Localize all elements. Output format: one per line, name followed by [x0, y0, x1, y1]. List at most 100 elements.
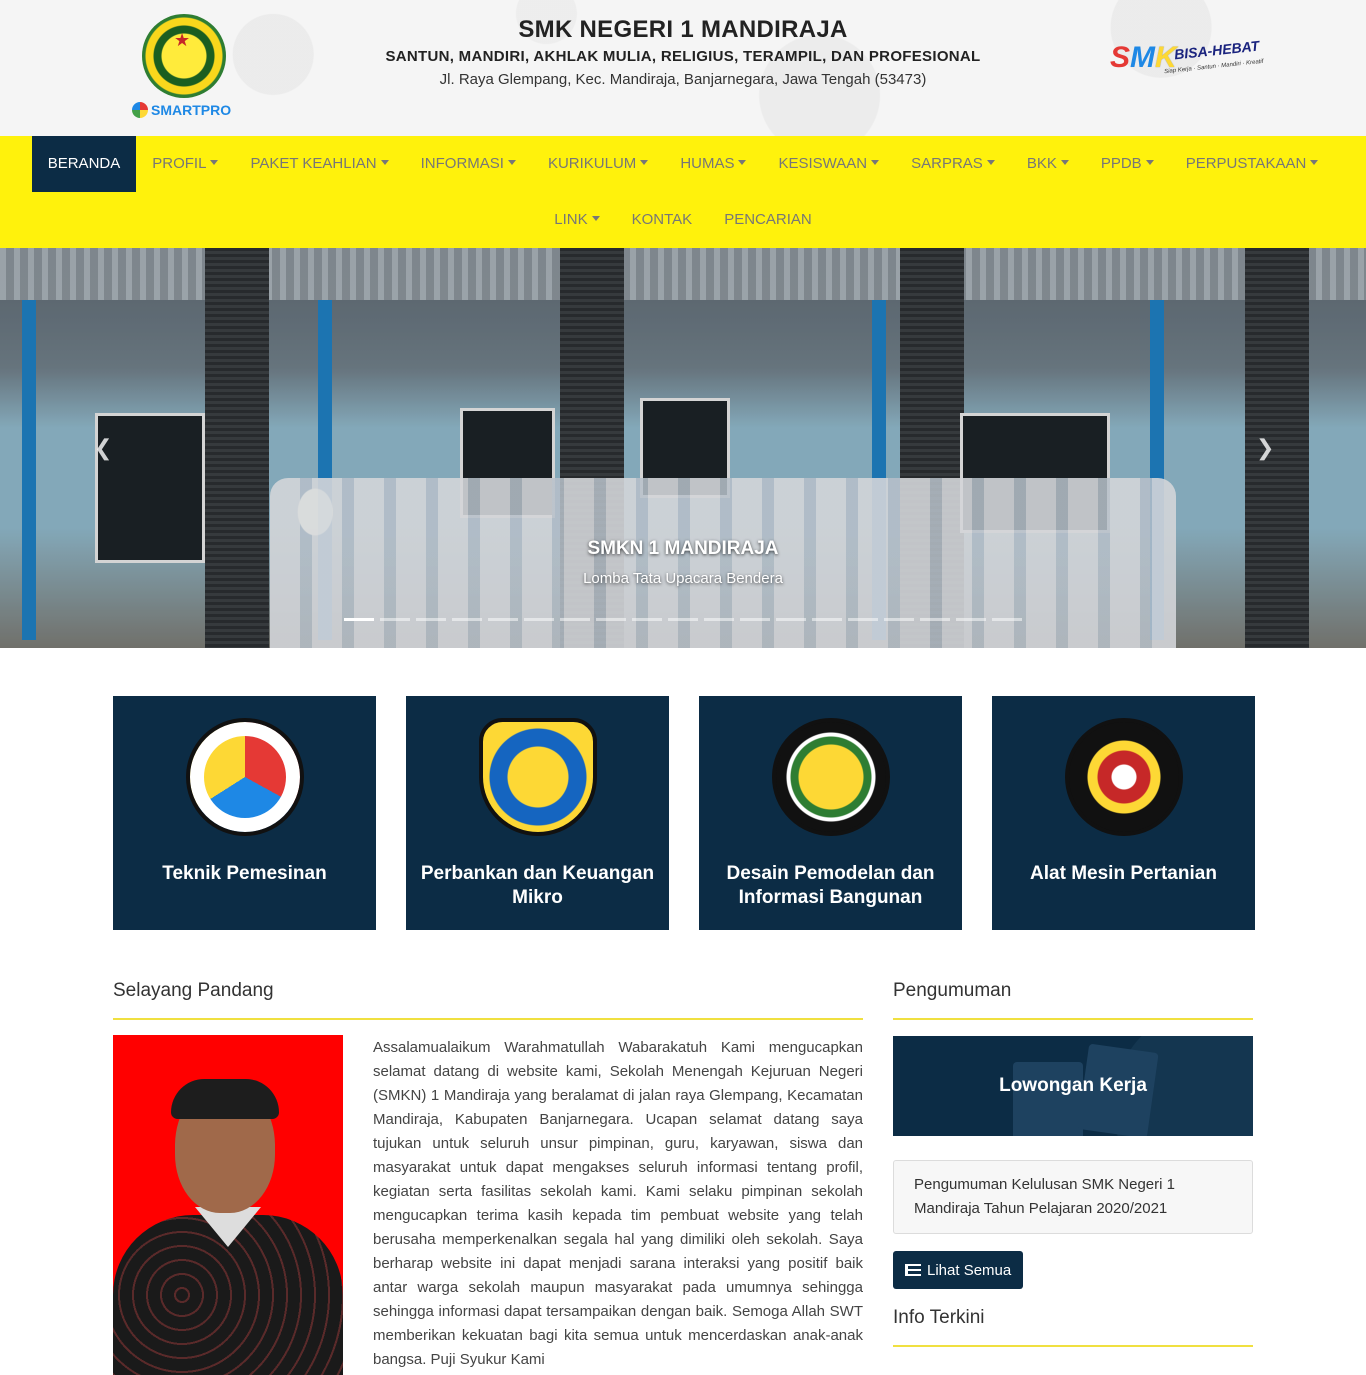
caret-down-icon [1145, 160, 1154, 165]
smartpro-logo: SMARTPRO [132, 102, 236, 118]
nav-item-kesiswaan[interactable]: KESISWAAN [762, 136, 895, 192]
program-card-title: Teknik Pemesinan [162, 863, 327, 884]
carousel-indicator[interactable] [632, 618, 662, 621]
section-divider [893, 1345, 1253, 1347]
nav-row-primary: BERANDA PROFIL PAKET KEAHLIAN INFORMASI KURI… [31, 136, 1327, 192]
hero-caption-title: SMKN 1 MANDIRAJA [587, 538, 779, 559]
carousel-indicator[interactable] [740, 618, 770, 621]
nav-item-label: HUMAS [680, 155, 735, 172]
nav-item-sarpras[interactable]: SARPRAS [895, 136, 1011, 192]
carousel-indicator[interactable] [704, 618, 734, 621]
caret-down-icon [591, 216, 600, 221]
caret-down-icon [380, 160, 389, 165]
smartpro-label: SMARTPRO [151, 102, 232, 118]
carousel-indicator[interactable] [524, 618, 554, 621]
nav-item-label: BERANDA [47, 155, 121, 172]
nav-item-label: BKK [1026, 155, 1057, 172]
hero-caption-subtitle: Lomba Tata Upacara Bendera [583, 570, 783, 587]
nav-item-informasi[interactable]: INFORMASI [405, 136, 532, 192]
nav-item-pencarian[interactable]: PENCARIAN [708, 192, 828, 248]
announcement-item[interactable]: Pengumuman Kelulusan SMK Negeri 1 Mandir… [893, 1160, 1253, 1234]
selayang-pandang-title: Selayang Pandang [113, 980, 274, 1001]
carousel-indicator[interactable] [812, 618, 842, 621]
program-badge-icon [185, 718, 304, 836]
program-card-title: Alat Mesin Pertanian [1030, 863, 1217, 884]
program-card-title: Desain Pemodelan dan Informasi Bangunan [726, 863, 935, 908]
carousel-indicator[interactable] [776, 618, 806, 621]
nav-item-label: INFORMASI [420, 155, 504, 172]
nav-item-label: PPDB [1100, 155, 1142, 172]
carousel-indicator[interactable] [596, 618, 626, 621]
pengumuman-title: Pengumuman [893, 980, 1012, 1001]
caret-down-icon [738, 160, 747, 165]
nav-item-label: LINK [554, 211, 588, 228]
caret-down-icon [1310, 160, 1319, 165]
nav-item-paket-keahlian[interactable]: PAKET KEAHLIAN [234, 136, 404, 192]
nav-item-profil[interactable]: PROFIL [136, 136, 234, 192]
announcements-sidebar: Pengumuman Lowongan Kerja Pengumuman Kel… [893, 980, 1253, 1347]
nav-item-label: KURIKULUM [547, 155, 637, 172]
nav-item-perpustakaan[interactable]: PERPUSTAKAAN [1170, 136, 1335, 192]
carousel-indicator[interactable] [416, 618, 446, 621]
carousel-indicator[interactable] [452, 618, 482, 621]
program-card[interactable]: Alat Mesin Pertanian [992, 696, 1255, 930]
program-badge-icon [771, 718, 890, 836]
carousel-indicators [344, 618, 1022, 621]
carousel-indicator[interactable] [488, 618, 518, 621]
smk-bisa-hebat-logo: SMK BISA-HEBAT Siap Kerja · Santun · Man… [1110, 37, 1264, 84]
program-card[interactable]: Perbankan dan Keuangan Mikro [406, 696, 669, 930]
document-icon [1013, 1062, 1083, 1136]
caret-down-icon [986, 160, 995, 165]
principal-hair [171, 1079, 279, 1119]
bisa-hebat-tagline: BISA-HEBAT [1173, 37, 1260, 63]
main-navigation: BERANDA PROFIL PAKET KEAHLIAN INFORMASI KURI… [0, 136, 1366, 248]
nav-item-label: KESISWAAN [778, 155, 868, 172]
program-badge-icon [1064, 718, 1183, 836]
site-header: ★ SMARTPRO SMK NEGERI 1 MANDIRAJA SANTUN… [0, 0, 1366, 136]
program-card-title: Perbankan dan Keuangan Mikro [420, 863, 655, 908]
nav-item-bkk[interactable]: BKK [1011, 136, 1085, 192]
nav-item-kurikulum[interactable]: KURIKULUM [532, 136, 664, 192]
hero-caption: SMKN 1 MANDIRAJA Lomba Tata Upacara Bend… [0, 538, 1366, 587]
caret-down-icon [210, 160, 219, 165]
nav-item-label: KONTAK [631, 211, 693, 228]
nav-item-ppdb[interactable]: PPDB [1085, 136, 1170, 192]
carousel-indicator[interactable] [884, 618, 914, 621]
featured-announcement-title: Lowongan Kerja [999, 1075, 1147, 1096]
program-card[interactable]: Teknik Pemesinan [113, 696, 376, 930]
featured-announcement-card[interactable]: Lowongan Kerja [893, 1036, 1253, 1136]
nav-item-link[interactable]: LINK [538, 192, 615, 248]
nav-item-label: PERPUSTAKAAN [1185, 155, 1307, 172]
nav-item-label: PROFIL [152, 155, 207, 172]
announcement-list: Pengumuman Kelulusan SMK Negeri 1 Mandir… [893, 1160, 1253, 1234]
caret-down-icon [640, 160, 649, 165]
section-divider [893, 1018, 1253, 1020]
info-terkini-title: Info Terkini [893, 1307, 985, 1328]
carousel-indicator[interactable] [380, 618, 410, 621]
carousel-indicator[interactable] [956, 618, 986, 621]
chevron-left-icon[interactable]: ❮ [94, 436, 114, 461]
nav-item-label: PENCARIAN [724, 211, 812, 228]
program-cards: Teknik Pemesinan Perbankan dan Keuangan M… [113, 696, 1255, 930]
caret-down-icon [507, 160, 516, 165]
carousel-indicator[interactable] [848, 618, 878, 621]
carousel-indicator[interactable] [920, 618, 950, 621]
program-card[interactable]: Desain Pemodelan dan Informasi Bangunan [699, 696, 962, 930]
carousel-indicator[interactable] [560, 618, 590, 621]
view-all-label: Lihat Semua [927, 1261, 1012, 1279]
program-badge-icon [478, 718, 597, 836]
hero-overlay [0, 248, 1366, 648]
nav-item-label: PAKET KEAHLIAN [250, 155, 377, 172]
nav-item-humas[interactable]: HUMAS [664, 136, 762, 192]
nav-item-kontak[interactable]: KONTAK [616, 192, 709, 248]
carousel-indicator[interactable] [992, 618, 1022, 621]
carousel-indicator[interactable] [668, 618, 698, 621]
nav-item-label: SARPRAS [911, 155, 983, 172]
chevron-right-icon[interactable]: ❯ [1256, 436, 1276, 461]
nav-row-secondary: LINK KONTAK PENCARIAN [39, 192, 1327, 248]
caret-down-icon [871, 160, 880, 165]
view-all-button[interactable]: Lihat Semua [893, 1251, 1024, 1289]
carousel-indicator[interactable] [344, 618, 374, 621]
nav-item-beranda[interactable]: BERANDA [31, 136, 137, 192]
hero-carousel[interactable]: ❮ ❯ SMKN 1 MANDIRAJA Lomba Tata Upacara … [0, 248, 1366, 648]
